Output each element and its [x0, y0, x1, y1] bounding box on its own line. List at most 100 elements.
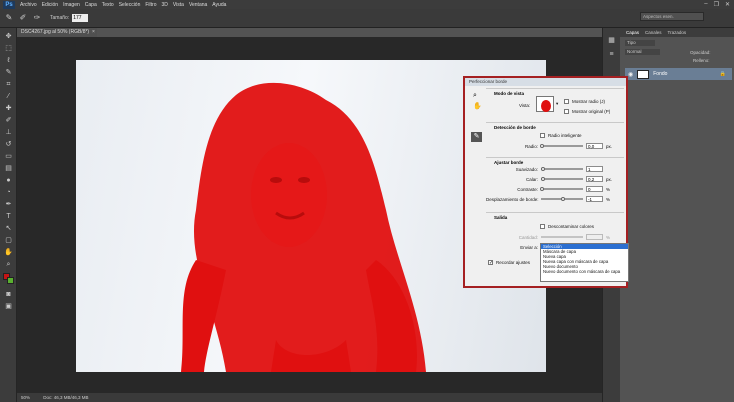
history-brush-tool-icon[interactable]: ↺ — [3, 140, 14, 149]
brush-icon[interactable]: ✐ — [18, 13, 28, 23]
crop-tool-icon[interactable]: ⌗ — [3, 80, 14, 89]
remember-settings-checkbox[interactable]: ✓ — [488, 260, 493, 266]
smart-radius-label: Radio inteligente — [548, 133, 582, 138]
shape-tool-icon[interactable]: ▢ — [3, 236, 14, 245]
dodge-tool-icon[interactable]: ◔ — [3, 188, 14, 197]
properties-panel-icon[interactable]: ≡ — [606, 50, 617, 59]
show-original-label: Mostrar original (P) — [572, 109, 611, 114]
menu-texto[interactable]: Texto — [102, 2, 114, 8]
tab-paths[interactable]: Trazados — [668, 30, 687, 35]
zoom-level[interactable]: 50% — [21, 395, 30, 400]
menu-seleccion[interactable]: Selección — [119, 2, 141, 8]
path-selection-tool-icon[interactable]: ↖ — [3, 224, 14, 233]
history-panel-icon[interactable]: ▦ — [606, 36, 617, 45]
quick-selection-tool-icon[interactable]: ✎ — [3, 68, 14, 77]
lock-icon: 🔒 — [719, 71, 726, 77]
view-mode-header: Modo de vista — [494, 91, 525, 96]
refine-radius-tool-icon[interactable]: ✎ — [4, 13, 14, 23]
menu-edicion[interactable]: Edición — [42, 2, 58, 8]
workspace-selector[interactable]: Aspectos esen. — [640, 12, 704, 21]
contrast-field[interactable]: 0 — [586, 186, 603, 192]
smart-radius-checkbox[interactable] — [540, 133, 545, 138]
shift-edge-field[interactable]: -1 — [586, 196, 603, 202]
clone-stamp-tool-icon[interactable]: ⊥ — [3, 128, 14, 137]
marquee-tool-icon[interactable]: ⬚ — [3, 44, 14, 53]
contrast-unit: % — [606, 187, 611, 192]
close-document-icon[interactable]: × — [92, 28, 95, 37]
close-window-button[interactable]: ✕ — [725, 1, 730, 8]
tab-layers[interactable]: Capas — [626, 30, 639, 35]
smooth-label: Suavizado: — [515, 167, 538, 172]
layer-thumbnail — [637, 69, 650, 79]
menu-imagen[interactable]: Imagen — [63, 2, 80, 8]
menu-archivo[interactable]: Archivo — [20, 2, 37, 8]
eraser-tool-icon[interactable]: ▭ — [3, 152, 14, 161]
document-tab[interactable]: DSC4267.jpg al 50% (RGB/8*) — [17, 28, 97, 37]
quick-mask-icon[interactable]: ◙ — [3, 290, 14, 299]
layer-kind-filter[interactable]: Tipo — [625, 40, 655, 46]
shift-edge-slider-handle[interactable] — [561, 197, 565, 201]
feather-field[interactable]: 0,2 — [586, 176, 603, 182]
feather-slider[interactable] — [541, 177, 583, 181]
refine-radius-tool-icon[interactable]: ✎ — [471, 132, 482, 142]
healing-brush-tool-icon[interactable]: ✚ — [3, 104, 14, 113]
menu-vista[interactable]: Vista — [173, 2, 184, 8]
smooth-slider[interactable] — [541, 167, 583, 171]
lasso-tool-icon[interactable]: ℓ — [3, 56, 14, 65]
view-thumbnail[interactable] — [536, 96, 554, 112]
menu-capa[interactable]: Capa — [85, 2, 97, 8]
chevron-down-icon[interactable]: ▾ — [556, 101, 558, 107]
feather-slider-handle[interactable] — [541, 177, 545, 181]
amount-field[interactable] — [586, 234, 603, 240]
zoom-icon[interactable]: ⌕ — [473, 92, 477, 100]
hand-tool-icon[interactable]: ✋ — [3, 248, 14, 257]
option-new-document-with-mask[interactable]: Nuevo documento con máscara de capa — [541, 269, 628, 274]
edge-detection-header: Detección de borde — [494, 125, 536, 130]
photoshop-logo: Ps — [3, 0, 15, 9]
erase-refinements-icon[interactable]: ✑ — [32, 13, 42, 23]
contrast-slider-handle[interactable] — [540, 187, 544, 191]
layer-row[interactable]: ◉ Fondo 🔒 — [625, 68, 732, 80]
size-field[interactable]: 177 — [72, 14, 89, 22]
edge-detection-section: Detección de borde Radio inteligente Rad… — [486, 122, 624, 155]
menu-ayuda[interactable]: Ayuda — [212, 2, 226, 8]
pen-tool-icon[interactable]: ✒ — [3, 200, 14, 209]
brush-tool-icon[interactable]: ✐ — [3, 116, 14, 125]
document-size: Doc: 46,3 MB/46,3 MB — [43, 395, 89, 400]
decontaminate-checkbox[interactable] — [540, 224, 545, 229]
fill-label: Relleno: — [693, 58, 710, 63]
hand-icon[interactable]: ✋ — [473, 102, 482, 110]
show-radius-checkbox[interactable] — [564, 99, 569, 104]
move-tool-icon[interactable]: ✥ — [3, 32, 14, 41]
output-to-label: Enviar a: — [520, 245, 538, 250]
radius-slider-handle[interactable] — [540, 144, 544, 148]
type-tool-icon[interactable]: T — [3, 212, 14, 221]
minimize-button[interactable]: – — [704, 1, 707, 8]
zoom-tool-icon[interactable]: ⌕ — [3, 260, 14, 269]
radius-field[interactable]: 0,0 — [586, 143, 603, 149]
show-original-checkbox[interactable] — [564, 109, 569, 114]
restore-button[interactable]: ❐ — [714, 1, 719, 8]
smooth-field[interactable]: 1 — [586, 166, 603, 172]
gradient-tool-icon[interactable]: ▤ — [3, 164, 14, 173]
radius-unit: px. — [606, 144, 613, 149]
radius-slider[interactable] — [540, 144, 583, 148]
menu-3d[interactable]: 3D — [162, 2, 168, 8]
menu-filtro[interactable]: Filtro — [145, 2, 156, 8]
blend-mode-select[interactable]: Normal — [625, 49, 660, 55]
background-color-swatch[interactable] — [7, 277, 14, 284]
visibility-eye-icon[interactable]: ◉ — [628, 71, 633, 78]
smooth-slider-handle[interactable] — [541, 167, 545, 171]
adjust-edge-section: Ajustar borde Suavizado: 1 Calar: 0,2 px… — [486, 157, 624, 207]
menu-ventana[interactable]: Ventana — [189, 2, 207, 8]
contrast-slider[interactable] — [540, 187, 583, 191]
shift-edge-slider[interactable] — [541, 197, 583, 201]
amount-slider[interactable] — [541, 236, 583, 238]
output-header: Salida — [494, 215, 508, 220]
decontaminate-label: Descontaminar colores — [548, 224, 595, 229]
blur-tool-icon[interactable]: ● — [3, 176, 14, 185]
size-label: Tamaño: — [50, 15, 70, 21]
eyedropper-tool-icon[interactable]: ⁄ — [3, 92, 14, 101]
screen-mode-icon[interactable]: ▣ — [3, 302, 14, 311]
tab-channels[interactable]: Canales — [645, 30, 662, 35]
